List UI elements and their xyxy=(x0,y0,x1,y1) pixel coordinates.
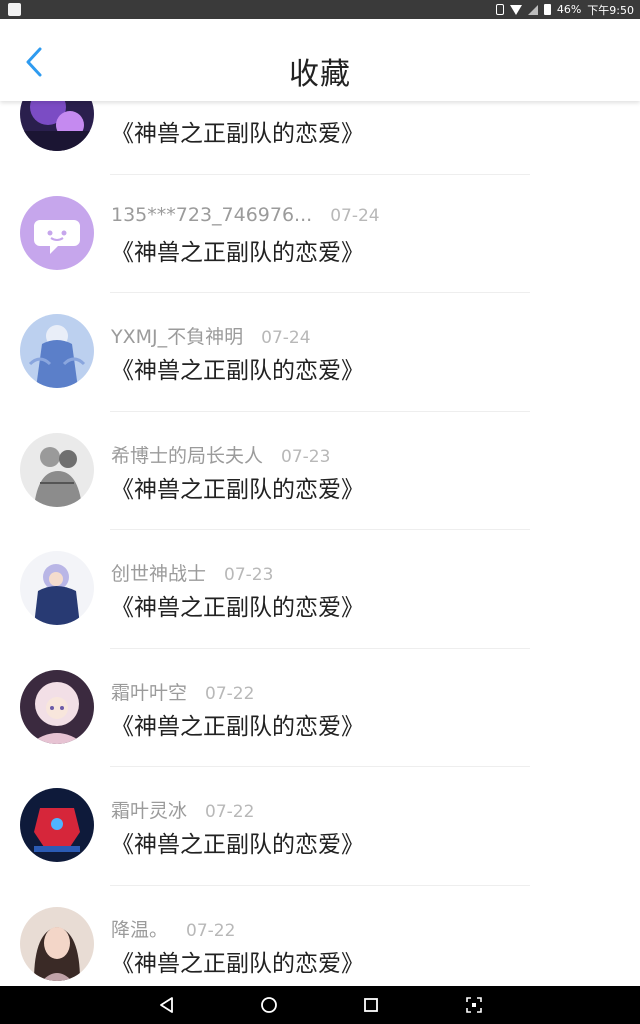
collection-title: 《神兽之正副队的恋爱》 xyxy=(111,832,364,858)
list-item[interactable]: 创世神战士 07-23 《神兽之正副队的恋爱》 xyxy=(0,530,640,649)
battery-icon xyxy=(543,4,551,15)
collection-title: 《神兽之正副队的恋爱》 xyxy=(111,121,364,147)
item-meta: 创世神战士 07-23 xyxy=(111,559,273,586)
nav-home-button[interactable] xyxy=(259,995,279,1015)
list-item[interactable]: 霜叶叶空 07-22 《神兽之正副队的恋爱》 xyxy=(0,649,640,767)
item-meta: 霜叶叶空 07-22 xyxy=(111,678,254,705)
status-bar: 46% 下午9:50 xyxy=(0,0,640,19)
collection-title: 《神兽之正副队的恋爱》 xyxy=(111,476,364,503)
clock: 下午9:50 xyxy=(587,3,634,17)
avatar[interactable] xyxy=(20,788,94,862)
collection-title: 《神兽之正副队的恋爱》 xyxy=(111,239,364,266)
nav-recents-button[interactable] xyxy=(361,995,381,1015)
date: 07-22 xyxy=(186,920,236,941)
collection-title: 《神兽之正副队的恋爱》 xyxy=(111,595,364,621)
favorites-list[interactable]: 《神兽之正副队的恋爱》 135***723_746976... 07-24 《神兽… xyxy=(0,56,640,986)
page-title: 收藏 xyxy=(289,57,351,92)
collection-title: 《神兽之正副队的恋爱》 xyxy=(111,950,364,977)
signal-icon xyxy=(527,4,538,15)
username: 创世神战士 xyxy=(111,563,207,585)
list-item[interactable]: YXMJ_不負神明 07-24 《神兽之正副队的恋爱》 xyxy=(0,293,640,412)
username: 降温。 xyxy=(111,918,169,941)
collection-title: 《神兽之正副队的恋爱》 xyxy=(111,713,364,740)
collection-title: 《神兽之正副队的恋爱》 xyxy=(111,358,364,384)
username: YXMJ_不負神明 xyxy=(111,326,244,348)
avatar[interactable] xyxy=(20,432,94,507)
username: 135***723_746976... xyxy=(111,203,313,226)
username: 希博士的局长夫人 xyxy=(111,444,264,467)
list-item[interactable]: 降温。 07-22 《神兽之正副队的恋爱》 xyxy=(0,886,640,987)
nav-back-icon xyxy=(160,997,173,1013)
battery-percent: 46% xyxy=(556,3,582,16)
list-item[interactable]: 霜叶灵冰 07-22 《神兽之正副队的恋爱》 xyxy=(0,767,640,886)
date: 07-23 xyxy=(281,446,331,467)
nav-recents-icon xyxy=(364,998,378,1012)
date: 07-22 xyxy=(205,683,255,704)
date: 07-24 xyxy=(261,328,311,348)
screenshot-icon xyxy=(466,997,482,1013)
item-meta: 降温。 07-22 xyxy=(111,915,235,942)
app-icon xyxy=(8,3,21,16)
item-meta: 希博士的局长夫人 07-23 xyxy=(111,441,330,468)
avatar[interactable] xyxy=(20,314,94,388)
item-meta: 霜叶灵冰 07-22 xyxy=(111,796,254,823)
nav-home-icon xyxy=(261,997,277,1013)
status-icons: 46% 下午9:50 xyxy=(495,0,634,19)
username: 霜叶叶空 xyxy=(111,681,188,704)
date: 07-24 xyxy=(330,205,380,226)
date: 07-23 xyxy=(224,565,274,585)
screenshot-button[interactable] xyxy=(464,995,484,1015)
list-item[interactable]: 希博士的局长夫人 07-23 《神兽之正副队的恋爱》 xyxy=(0,412,640,530)
avatar[interactable] xyxy=(20,195,94,270)
header-bar: 收藏 xyxy=(0,19,640,101)
list-item[interactable]: 135***723_746976... 07-24 《神兽之正副队的恋爱》 xyxy=(0,175,640,293)
item-meta: 135***723_746976... 07-24 xyxy=(111,204,380,226)
system-nav-bar xyxy=(0,986,640,1024)
avatar[interactable] xyxy=(20,669,94,744)
wifi-icon xyxy=(509,4,522,15)
item-meta: YXMJ_不負神明 07-24 xyxy=(111,322,311,349)
nav-back-button[interactable] xyxy=(157,995,177,1015)
username: 霜叶灵冰 xyxy=(111,800,188,822)
avatar[interactable] xyxy=(20,906,94,981)
vibrate-icon xyxy=(495,4,504,15)
date: 07-22 xyxy=(205,802,255,822)
avatar[interactable] xyxy=(20,551,94,625)
